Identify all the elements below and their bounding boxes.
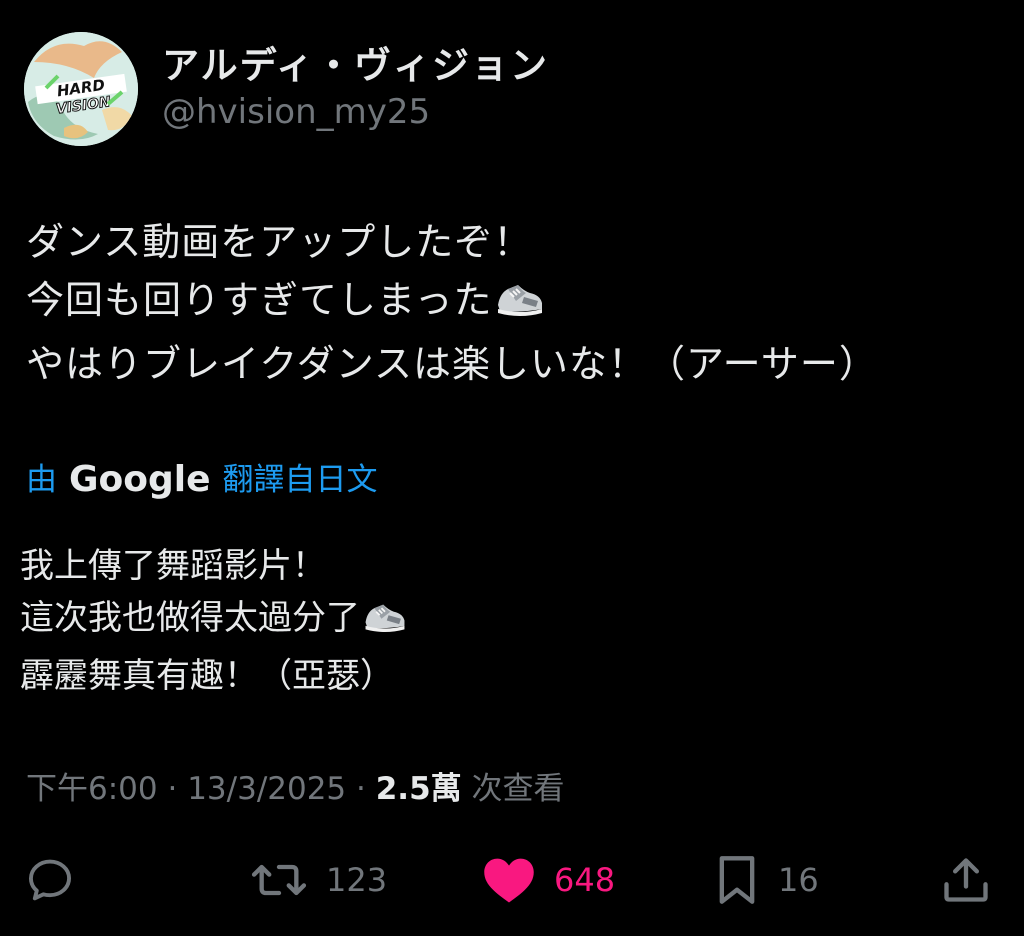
like-count: 648 [554,861,616,899]
avatar[interactable]: HARD VISION [24,32,138,146]
bookmark-count: 16 [778,861,819,899]
translated-line-1: 我上傳了舞蹈影片！ [20,546,326,586]
google-logo-text: Google [69,459,211,500]
tweet-body: ダンス動画をアップしたぞ！ 今回も回りすぎてしまった やはりブレイクダンスは楽し… [26,213,1006,393]
meta-separator: · [167,771,178,807]
sneaker-emoji-icon [362,598,408,650]
action-bar: 123 648 16 [0,848,1024,912]
retweet-icon [251,864,307,896]
translated-line-3: 霹靂舞真有趣！（亞瑟） [20,656,394,696]
bookmark-button[interactable]: 16 [714,848,819,912]
sneaker-emoji-icon [494,277,546,335]
avatar-logo-icon: HARD VISION [24,32,138,146]
tweet-line-1: ダンス動画をアップしたぞ！ [26,220,533,264]
tweet-header: HARD VISION アルディ・ヴィジョン @hvision_my25 [24,32,549,146]
author-names: アルディ・ヴィジョン @hvision_my25 [162,43,549,135]
share-button[interactable] [940,848,992,912]
tweet-time[interactable]: 下午6:00 [26,771,158,807]
views-count[interactable]: 2.5萬 [376,771,462,807]
share-upload-icon [944,858,988,902]
bookmark-icon [719,856,755,904]
translated-line-2: 這次我也做得太過分了 [20,592,1000,650]
translated-body: 我上傳了舞蹈影片！ 這次我也做得太過分了 霹靂舞真有趣！（亞瑟） [20,540,1000,702]
translation-suffix[interactable]: 翻譯自日文 [223,455,378,505]
speech-bubble-icon [28,859,72,901]
meta-separator: · [356,771,366,807]
display-name[interactable]: アルディ・ヴィジョン [162,43,549,89]
tweet-date[interactable]: 13/3/2025 [187,771,346,807]
reply-button[interactable] [24,848,94,912]
tweet-meta: 下午6:00 · 13/3/2025 · 2.5萬 次查看 [26,766,565,812]
translation-attribution[interactable]: 由 Google 翻譯自日文 [26,455,378,505]
retweet-button[interactable]: 123 [250,848,387,912]
user-handle[interactable]: @hvision_my25 [162,89,549,135]
tweet-line-3: やはりブレイクダンスは楽しいな！（アーサー） [26,342,878,386]
heart-icon [484,858,534,903]
retweet-count: 123 [326,861,388,899]
translation-prefix: 由 [26,462,57,498]
views-label: 次查看 [471,771,565,807]
tweet-line-2: 今回も回りすぎてしまった [26,271,1006,335]
like-button[interactable]: 648 [482,848,615,912]
